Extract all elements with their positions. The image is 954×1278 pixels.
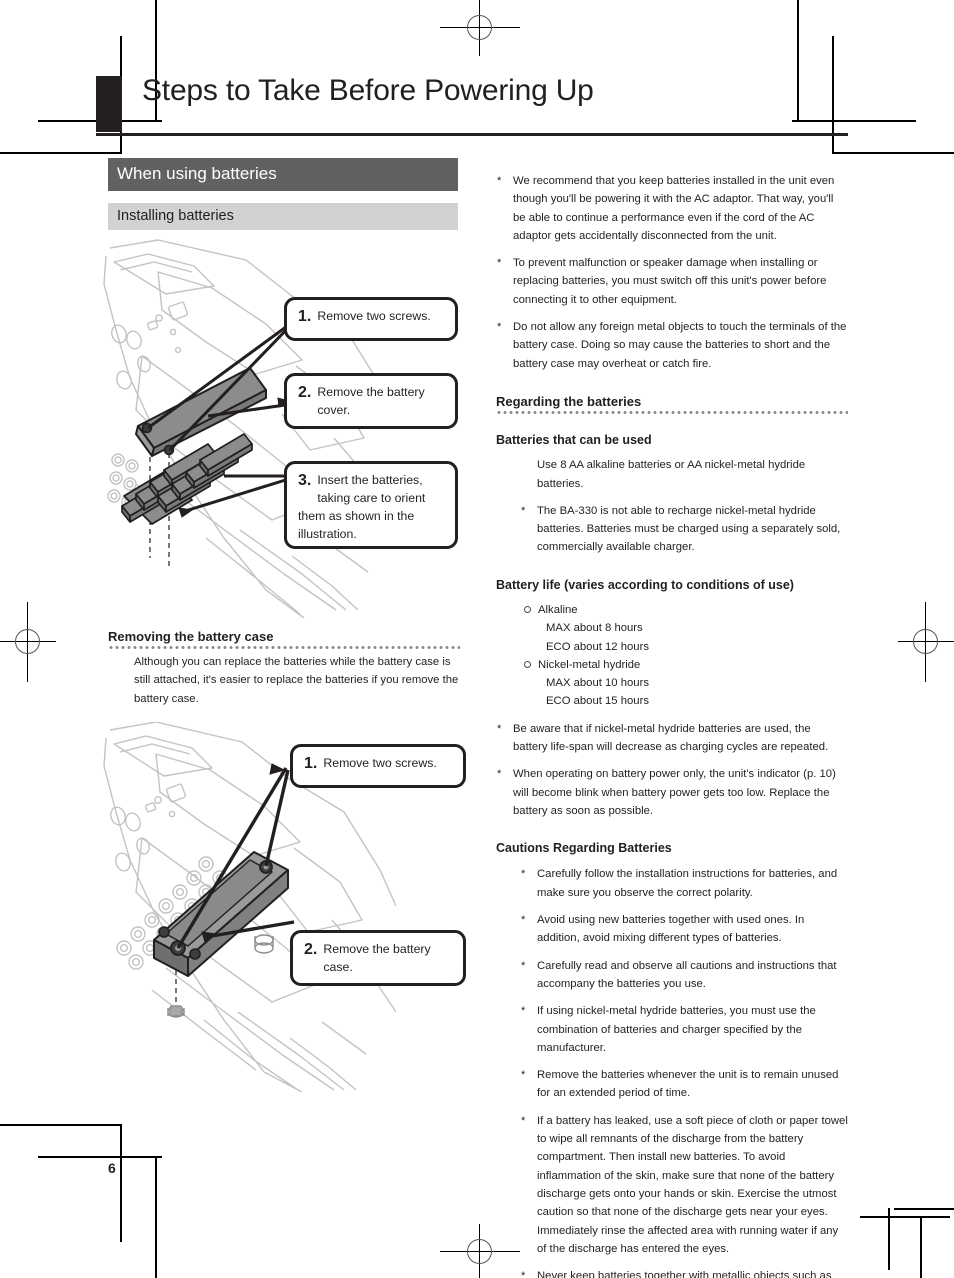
callout-removing-step-2: 2. Remove the battery case. [290,930,466,986]
asterisk-marker: * [497,768,502,781]
heading-cautions-regarding-batteries: Cautions Regarding Batteries [496,841,672,856]
group-label-text: Alkaline [538,603,578,616]
note-item: * Be aware that if nickel-metal hydride … [496,720,848,757]
caution-text: If a battery has leaked, use a soft piec… [537,1114,848,1255]
asterisk-marker: * [521,1069,526,1082]
asterisk-marker: * [497,257,502,270]
heading-battery-life: Battery life (varies according to condit… [496,577,794,592]
caution-text: Carefully read and observe all cautions … [537,959,837,990]
note-item: * To prevent malfunction or speaker dama… [496,254,848,309]
caution-text: Avoid using new batteries together with … [537,914,805,945]
registration-mark-left [0,602,56,682]
callout-number: 1. [298,308,312,325]
caution-item: * If a battery has leaked, use a soft pi… [520,1112,848,1258]
asterisk-marker: * [521,959,526,972]
note-text: We recommend that you keep batteries ins… [513,175,835,242]
battery-life-line: ECO about 12 hours [546,640,649,653]
heading-removing-battery-case: Removing the battery case [108,628,460,653]
caution-text: Never keep batteries together with metal… [537,1270,832,1278]
note-item: * The BA-330 is not able to recharge nic… [520,502,848,557]
heading-text: Regarding the batteries [496,393,646,409]
note-item: * Do not allow any foreign metal objects… [496,318,848,373]
callout-removing-step-1: 1. Remove two screws. [290,744,466,788]
caution-text: Carefully follow the installation instru… [537,868,838,899]
asterisk-marker: * [521,1270,526,1278]
right-column: * We recommend that you keep batteries i… [496,172,848,1278]
section-bar-when-using-batteries: When using batteries [108,158,458,191]
asterisk-marker: * [521,1005,526,1018]
header-rule [96,133,848,136]
callout-installing-step-2: 2. Remove the battery cover. [284,373,458,429]
document-page: Steps to Take Before Powering Up When us… [0,0,954,1278]
callout-installing-step-1: 1. Remove two screws. [284,297,458,341]
callout-text: Remove two screws. [317,309,431,323]
dotted-rule [108,646,460,649]
asterisk-marker: * [521,868,526,881]
removing-battery-case-section: Removing the battery case Although you c… [108,628,460,708]
asterisk-marker: * [497,175,502,187]
asterisk-marker: * [521,1114,526,1127]
caution-text: Remove the batteries whenever the unit i… [537,1069,839,1100]
note-item: * When operating on battery power only, … [496,765,848,820]
caution-item: * Remove the batteries whenever the unit… [520,1066,848,1103]
dotted-rule [496,410,848,414]
asterisk-marker: * [521,504,526,517]
note-text: Do not allow any foreign metal objects t… [513,321,847,370]
cautions-list: * Carefully follow the installation inst… [496,865,848,1278]
asterisk-marker: * [497,321,502,334]
circle-bullet-icon [524,660,531,668]
callout-number: 2. [298,384,312,401]
callout-text: Remove the battery cover. [317,385,425,417]
note-item: * We recommend that you keep batteries i… [496,172,848,245]
batteries-usable-text: Use 8 AA alkaline batteries or AA nickel… [537,459,806,490]
battery-life-line: ECO about 15 hours [546,695,649,708]
registration-mark-right [898,602,954,682]
note-text: The BA-330 is not able to recharge nicke… [537,504,841,554]
battery-life-group-label: Nickel-metal hydride [524,656,848,674]
page-title: Steps to Take Before Powering Up [142,74,594,107]
caution-item: * Carefully follow the installation inst… [520,865,848,902]
callout-text: Insert the batteries, taking care to ori… [298,473,426,541]
battery-life-line: MAX about 10 hours [546,677,649,690]
note-text: Be aware that if nickel-metal hydride ba… [513,722,829,754]
heading-batteries-that-can-be-used: Batteries that can be used [496,432,652,447]
asterisk-marker: * [497,722,502,735]
callout-number: 2. [304,941,318,958]
callout-text: Remove two screws. [323,756,437,770]
battery-life-group-label: Alkaline [524,601,848,619]
circle-bullet-icon [524,605,531,613]
callout-text: Remove the battery case. [323,942,431,974]
heading-text: Removing the battery case [108,629,278,644]
group-label-text: Nickel-metal hydride [538,658,641,671]
page-header: Steps to Take Before Powering Up [96,74,848,138]
header-accent-block [96,76,122,132]
removing-intro-text: Although you can replace the batteries w… [134,656,459,705]
page-number: 6 [108,1160,116,1176]
battery-life-line: MAX about 8 hours [546,622,643,635]
caution-item: * Avoid using new batteries together wit… [520,911,848,948]
left-column: When using batteries Installing batterie… [108,158,458,231]
top-notes-list: * We recommend that you keep batteries i… [496,172,848,373]
registration-mark-top [440,0,520,56]
callout-number: 3. [298,472,312,489]
callout-number: 1. [304,755,318,772]
caution-text: If using nickel-metal hydride batteries,… [537,1005,816,1054]
note-text: When operating on battery power only, th… [513,768,836,817]
caution-item: * If using nickel-metal hydride batterie… [520,1002,848,1057]
caution-item: * Never keep batteries together with met… [520,1267,848,1278]
callout-installing-step-3: 3. Insert the batteries, taking care to … [284,461,458,549]
asterisk-marker: * [521,914,526,927]
caution-item: * Carefully read and observe all caution… [520,957,848,994]
heading-regarding-the-batteries: Regarding the batteries [496,393,848,418]
subsection-bar-installing-batteries: Installing batteries [108,202,458,231]
note-text: To prevent malfunction or speaker damage… [513,257,827,306]
